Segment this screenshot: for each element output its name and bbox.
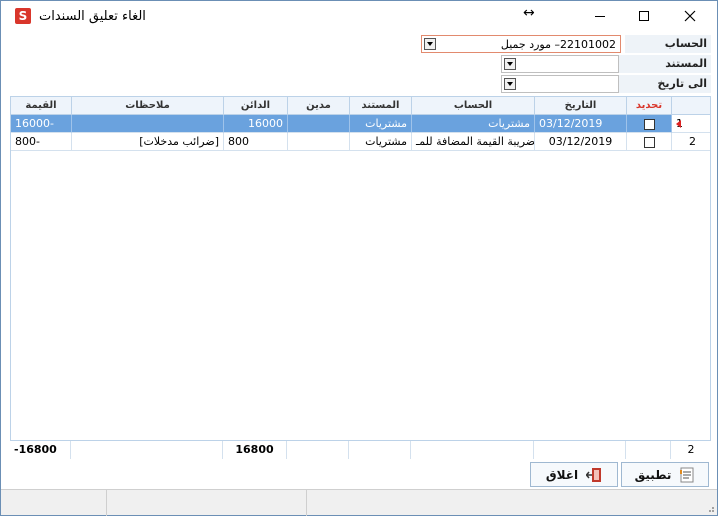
cell-value: 800- [11,133,71,151]
cell-notes [71,115,223,133]
cell-account: ضريبة القيمة المضافة للمـ [411,133,534,151]
cell-value: 16000- [11,115,71,133]
chevron-down-icon[interactable] [504,78,516,90]
close-window-button[interactable] [667,1,713,31]
header-account[interactable]: الحساب [411,97,534,115]
apply-button[interactable]: تطبيق [621,462,709,487]
chevron-down-icon[interactable] [504,58,516,70]
vouchers-grid[interactable]: القيمة ملاحظات الدائن مدين المستند الحسا… [10,96,711,458]
cell-select [626,133,671,151]
cell-select [626,115,671,133]
app-window: S الغاء تعليق السندات ↔ 22101002– مورد ج… [0,0,718,516]
totals-row: -16800 16800 2 [10,440,711,459]
account-combo[interactable]: 22101002– مورد جميل [421,35,621,53]
header-select[interactable]: تحديد [626,97,671,115]
chevron-down-icon[interactable] [424,38,436,50]
window-title: الغاء تعليق السندات [39,9,146,24]
cell-row-number: 2 [671,133,710,151]
minimize-button[interactable] [577,1,623,31]
close-icon [684,10,696,22]
cell-debit [287,133,349,151]
cell-document: مشتريات [349,133,411,151]
to-date-filter-row: الى تاريخ [501,75,711,93]
row-pointer-icon [676,120,681,128]
exit-door-icon [586,467,602,482]
total-count: 2 [670,441,711,459]
maximize-icon [639,11,649,21]
cell-document: مشتريات [349,115,411,133]
status-segment [107,490,307,516]
document-label: المستند [619,55,711,73]
header-document[interactable]: المستند [349,97,411,115]
cell-account: مشتريات [411,115,534,133]
row-checkbox[interactable] [643,136,655,148]
header-credit[interactable]: الدائن [223,97,287,115]
header-debit[interactable]: مدين [287,97,349,115]
status-segment [1,490,107,516]
header-notes[interactable]: ملاحظات [71,97,223,115]
cell-date: 03/12/2019 [534,115,626,133]
document-combo[interactable] [501,55,619,73]
cell-row-number: 1 [671,115,710,133]
account-label: الحساب [625,35,711,53]
resize-grip-icon[interactable] [705,503,715,513]
close-button[interactable]: اغلاق [530,462,618,487]
account-code: 22101002 [560,37,616,51]
cell-date: 03/12/2019 [534,133,626,151]
cell-credit: 800 [223,133,287,151]
cell-debit [287,115,349,133]
total-credit: 16800 [222,441,286,459]
minimize-icon [595,15,605,17]
document-filter-row: المستند [501,55,711,73]
header-value[interactable]: القيمة [11,97,71,115]
cell-credit: 16000 [223,115,287,133]
total-value: -16800 [14,443,57,456]
apply-button-label: تطبيق [634,467,672,482]
account-name: – مورد جميل [500,37,560,51]
status-bar [1,489,717,516]
header-date[interactable]: التاريخ [534,97,626,115]
app-logo-icon: S [15,8,31,24]
account-filter-row: 22101002– مورد جميل الحساب [421,35,711,53]
header-row-number [671,97,710,115]
title-bar: S الغاء تعليق السندات ↔ [1,1,717,31]
row-checkbox[interactable] [643,118,655,130]
move-icon[interactable]: ↔ [523,5,535,21]
to-date-label: الى تاريخ [619,75,711,93]
maximize-button[interactable] [621,1,667,31]
close-button-label: اغلاق [545,467,579,482]
cell-notes: [ضرائب مدخلات] [71,133,223,151]
to-date-combo[interactable] [501,75,619,93]
list-icon [680,467,694,482]
